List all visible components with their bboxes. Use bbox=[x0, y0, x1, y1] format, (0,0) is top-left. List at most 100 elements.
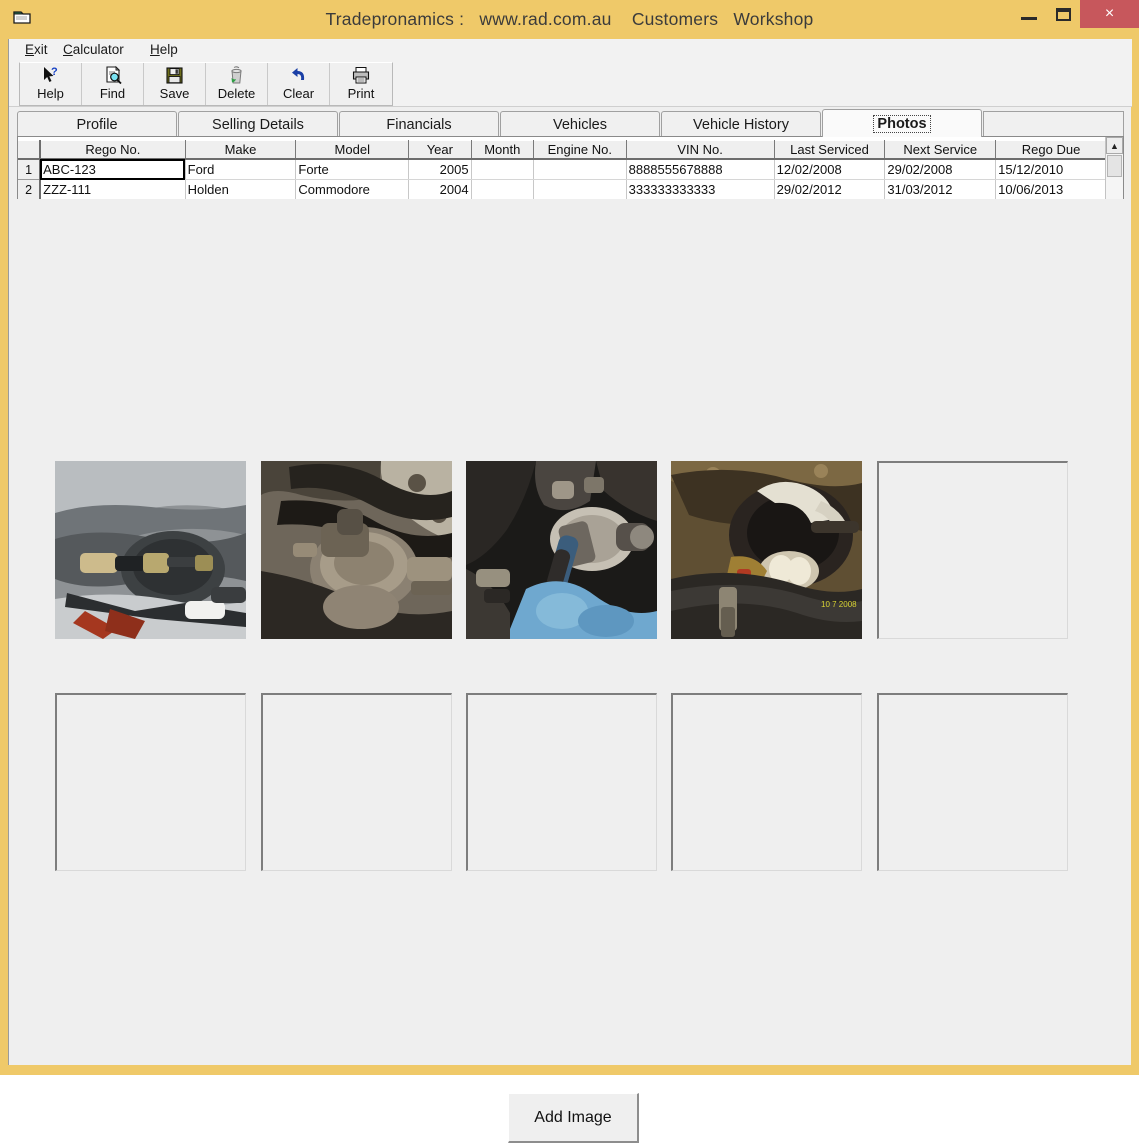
save-button-label: Save bbox=[160, 86, 190, 102]
svg-text:?: ? bbox=[51, 66, 58, 78]
col-header-make[interactable]: Make bbox=[185, 141, 296, 160]
photo-slot-5[interactable] bbox=[877, 461, 1068, 639]
cell-year[interactable]: 2005 bbox=[409, 159, 471, 180]
photo-slot-2[interactable] bbox=[261, 461, 452, 639]
table-row[interactable]: 2 ZZZ-111 Holden Commodore 2004 33333333… bbox=[18, 180, 1107, 200]
window-title: Tradepronamics : www.rad.com.au Customer… bbox=[0, 0, 1139, 39]
col-header-month[interactable]: Month bbox=[471, 141, 533, 160]
delete-button-label: Delete bbox=[218, 86, 256, 102]
menu-item-help[interactable]: Help bbox=[144, 41, 184, 58]
maximize-button[interactable] bbox=[1044, 0, 1082, 28]
photo-slot-1[interactable] bbox=[55, 461, 246, 639]
col-header-next-service[interactable]: Next Service bbox=[885, 141, 996, 160]
find-magnifier-icon bbox=[103, 65, 123, 86]
cell-year[interactable]: 2004 bbox=[409, 180, 471, 200]
mechanic-hand-tool-photo bbox=[466, 461, 657, 639]
menu-item-calculator[interactable]: Calculator bbox=[57, 41, 130, 58]
photo-slot-9[interactable] bbox=[671, 693, 862, 871]
add-image-button-label: Add Image bbox=[534, 1109, 611, 1127]
cell-month[interactable] bbox=[471, 180, 533, 200]
svg-text:10 7 2008: 10 7 2008 bbox=[821, 600, 857, 609]
cell-last-serviced[interactable]: 12/02/2008 bbox=[774, 159, 885, 180]
tab-profile[interactable]: Profile bbox=[17, 111, 177, 137]
cell-make[interactable]: Holden bbox=[185, 180, 296, 200]
cell-rego-due[interactable]: 15/12/2010 bbox=[996, 159, 1107, 180]
tab-financials-label: Financials bbox=[386, 117, 451, 133]
tab-photos-label: Photos bbox=[873, 115, 930, 133]
title-bar: Tradepronamics : www.rad.com.au Customer… bbox=[0, 0, 1139, 39]
grid-corner-header[interactable] bbox=[18, 141, 40, 160]
find-button-label: Find bbox=[100, 86, 125, 102]
cell-last-serviced[interactable]: 29/02/2012 bbox=[774, 180, 885, 200]
cell-engine[interactable] bbox=[533, 180, 626, 200]
tab-selling-details-label: Selling Details bbox=[212, 117, 304, 133]
col-header-vin-no[interactable]: VIN No. bbox=[626, 141, 774, 160]
clear-undo-arrow-icon bbox=[289, 65, 309, 86]
save-button[interactable]: Save bbox=[144, 63, 206, 105]
clear-button[interactable]: Clear bbox=[268, 63, 330, 105]
vscroll-thumb[interactable] bbox=[1107, 155, 1122, 177]
tab-strip: Profile Selling Details Financials Vehic… bbox=[17, 109, 1124, 137]
row-number[interactable]: 1 bbox=[18, 159, 40, 180]
col-header-model[interactable]: Model bbox=[296, 141, 409, 160]
col-header-year[interactable]: Year bbox=[409, 141, 471, 160]
tab-selling-details[interactable]: Selling Details bbox=[178, 111, 338, 137]
underbody-suspension-photo bbox=[55, 461, 246, 639]
menu-item-exit[interactable]: Exit bbox=[19, 41, 54, 58]
photo-slot-10[interactable] bbox=[877, 693, 1068, 871]
cell-rego[interactable]: ABC-123 bbox=[40, 159, 185, 180]
photo-slot-6[interactable] bbox=[55, 693, 246, 871]
cell-model[interactable]: Commodore bbox=[296, 180, 409, 200]
toolbar: ? Help bbox=[9, 61, 1132, 107]
scroll-up-icon[interactable]: ▲ bbox=[1106, 137, 1123, 154]
help-button[interactable]: ? Help bbox=[20, 63, 82, 105]
delete-button[interactable]: Delete bbox=[206, 63, 268, 105]
application-window: Tradepronamics : www.rad.com.au Customer… bbox=[0, 0, 1139, 1075]
cell-model[interactable]: Forte bbox=[296, 159, 409, 180]
cell-next-service[interactable]: 29/02/2008 bbox=[885, 159, 996, 180]
photo-slot-8[interactable] bbox=[466, 693, 657, 871]
print-button[interactable]: Print bbox=[330, 63, 392, 105]
print-button-label: Print bbox=[348, 86, 375, 102]
help-pointer-icon: ? bbox=[41, 65, 61, 86]
delete-trash-icon bbox=[227, 65, 246, 86]
client-area: Exit Calculator Help ? Help bbox=[8, 39, 1131, 1065]
cell-month[interactable] bbox=[471, 159, 533, 180]
table-row[interactable]: 1 ABC-123 Ford Forte 2005 8888555678888 … bbox=[18, 159, 1107, 180]
cell-rego[interactable]: ZZZ-111 bbox=[40, 180, 185, 200]
maximize-icon bbox=[1056, 8, 1071, 21]
cell-make[interactable]: Ford bbox=[185, 159, 296, 180]
grid-header-row: Rego No. Make Model Year Month Engine No… bbox=[18, 141, 1107, 160]
tab-vehicles[interactable]: Vehicles bbox=[500, 111, 660, 137]
photo-slot-3[interactable] bbox=[466, 461, 657, 639]
photo-slot-4[interactable]: 10 7 2008 bbox=[671, 461, 862, 639]
cell-engine[interactable] bbox=[533, 159, 626, 180]
close-button[interactable]: × bbox=[1080, 0, 1139, 28]
print-printer-icon bbox=[351, 65, 371, 86]
col-header-rego-no[interactable]: Rego No. bbox=[40, 141, 185, 160]
photo-slot-7[interactable] bbox=[261, 693, 452, 871]
cell-vin[interactable]: 8888555678888 bbox=[626, 159, 774, 180]
help-button-label: Help bbox=[37, 86, 64, 102]
row-number[interactable]: 2 bbox=[18, 180, 40, 200]
col-header-rego-due[interactable]: Rego Due bbox=[996, 141, 1107, 160]
tab-profile-label: Profile bbox=[76, 117, 117, 133]
save-floppy-icon bbox=[165, 65, 184, 86]
minimize-button[interactable] bbox=[1010, 0, 1048, 28]
cell-rego-due[interactable]: 10/06/2013 bbox=[996, 180, 1107, 200]
find-button[interactable]: Find bbox=[82, 63, 144, 105]
wheel-hub-brake-photo: 10 7 2008 bbox=[671, 461, 862, 639]
menu-bar: Exit Calculator Help bbox=[9, 39, 1132, 62]
tab-vehicle-history[interactable]: Vehicle History bbox=[661, 111, 821, 137]
add-image-button[interactable]: Add Image bbox=[508, 1093, 639, 1143]
photos-panel: 10 7 2008 Add Image bbox=[10, 199, 1130, 1064]
tab-photos[interactable]: Photos bbox=[822, 109, 982, 137]
tab-vehicles-label: Vehicles bbox=[553, 117, 607, 133]
tab-financials[interactable]: Financials bbox=[339, 111, 499, 137]
tab-vehicle-history-label: Vehicle History bbox=[693, 117, 789, 133]
cell-vin[interactable]: 333333333333 bbox=[626, 180, 774, 200]
cell-next-service[interactable]: 31/03/2012 bbox=[885, 180, 996, 200]
clear-button-label: Clear bbox=[283, 86, 314, 102]
col-header-engine-no[interactable]: Engine No. bbox=[533, 141, 626, 160]
col-header-last-serviced[interactable]: Last Serviced bbox=[774, 141, 885, 160]
